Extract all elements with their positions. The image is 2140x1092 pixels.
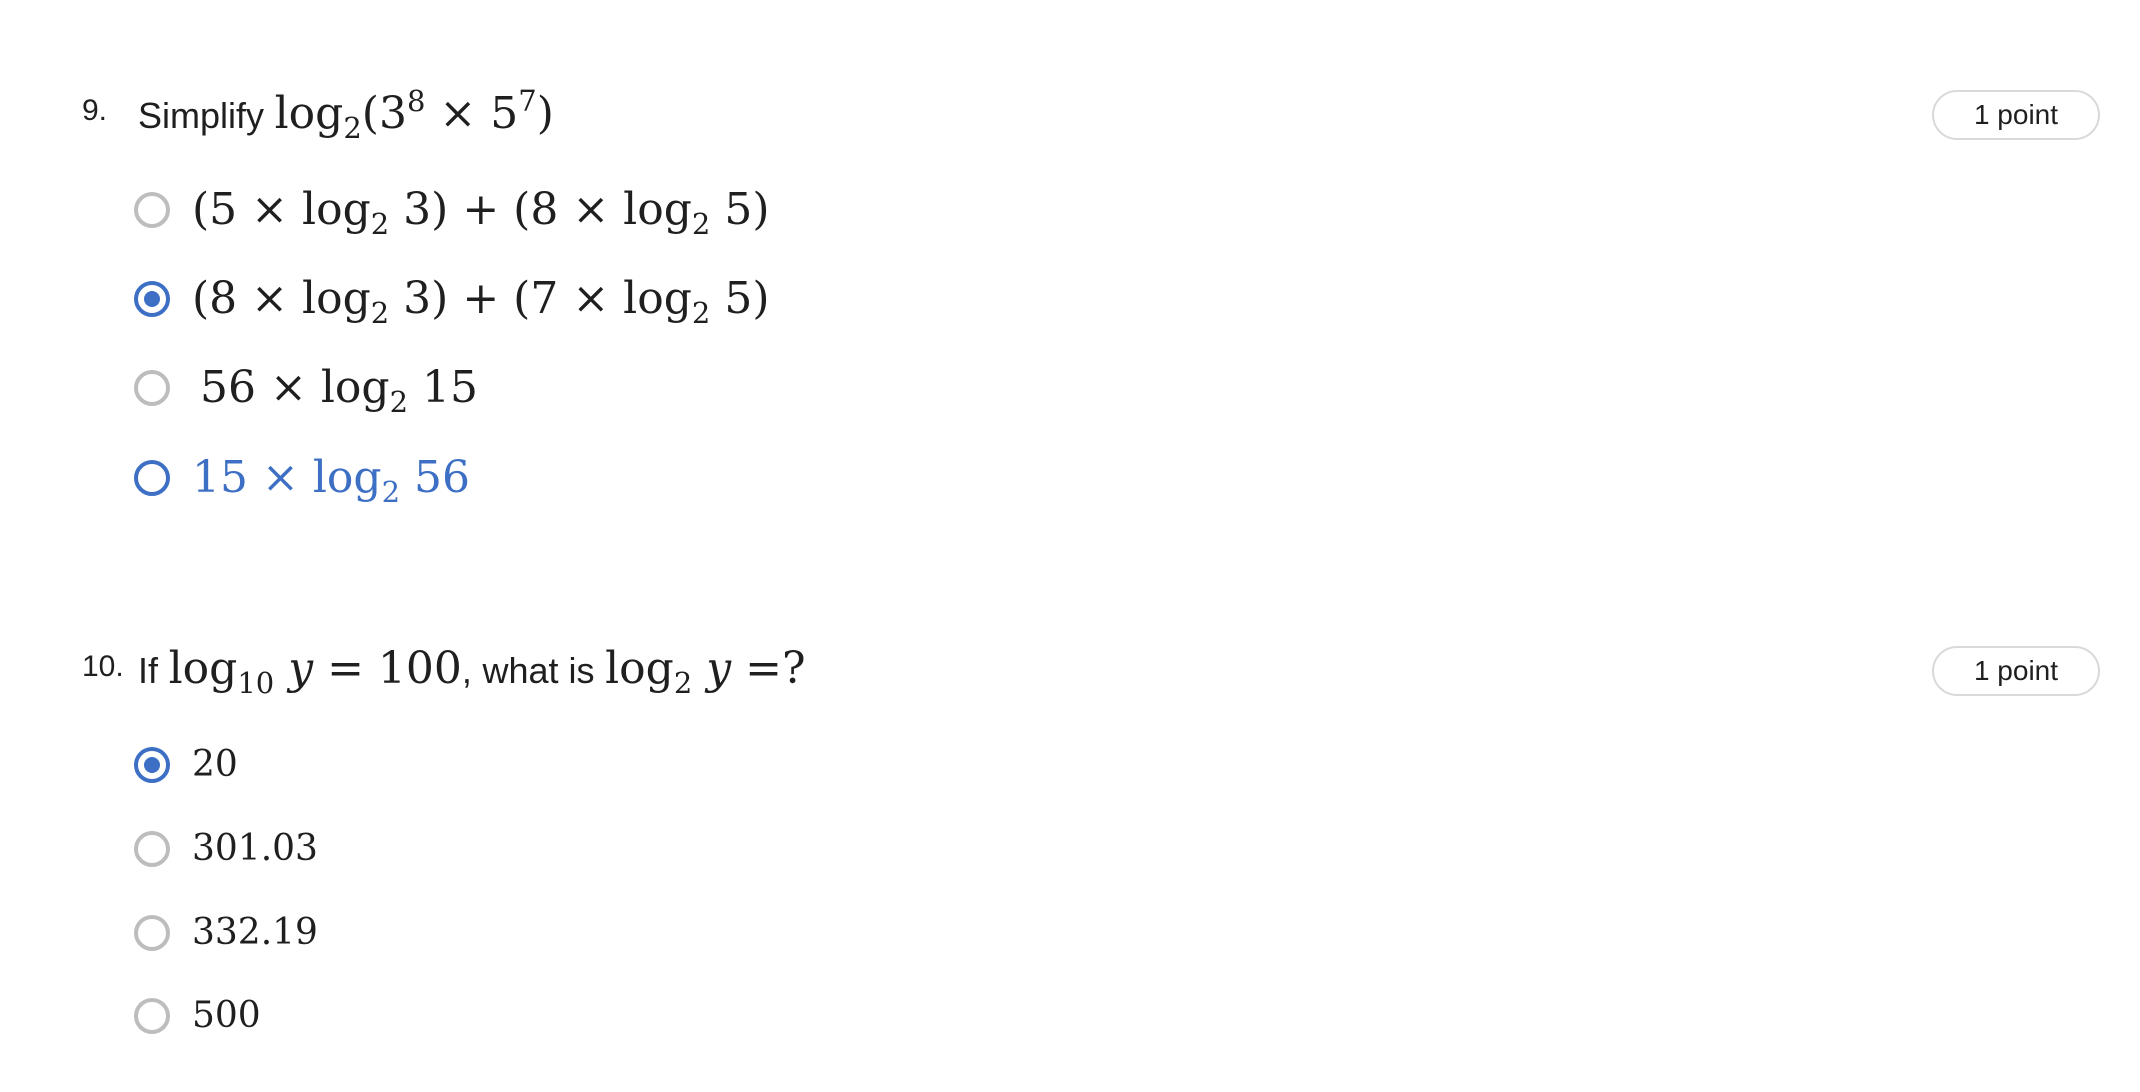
answer-option-3[interactable]: 332.19 [134, 912, 318, 953]
option-label: 500 [192, 995, 261, 1036]
answer-option-2[interactable]: (8 × log2 3) + (7 × log2 5) [134, 273, 770, 330]
answer-option-4[interactable]: 500 [134, 995, 261, 1036]
question-text: Simplify log2(38 × 57) [138, 84, 554, 145]
option-label: 56 × log2 15 [200, 362, 478, 419]
math-expression: log10 y = 100 [168, 643, 462, 700]
option-label: 301.03 [192, 828, 318, 869]
option-label: 15 × log2 56 [192, 452, 470, 509]
option-label: 332.19 [192, 912, 318, 953]
points-badge: 1 point [1932, 646, 2100, 696]
radio-button-hover[interactable] [134, 459, 170, 496]
math-expression: log2 y =? [605, 643, 806, 700]
radio-button[interactable] [134, 997, 170, 1034]
comma: , [461, 650, 472, 691]
option-label: 20 [192, 744, 238, 785]
question-prompt: Simplify [138, 95, 265, 136]
question-prompt-what: what is [482, 650, 595, 691]
answer-option-4[interactable]: 15 × log2 56 [134, 452, 470, 509]
radio-button[interactable] [134, 914, 170, 951]
math-expression: log2(38 × 57) [274, 84, 554, 145]
radio-button[interactable] [134, 191, 170, 228]
radio-button[interactable] [134, 830, 170, 867]
question-number: 10. [82, 650, 124, 683]
question-prompt-if: If [138, 650, 159, 691]
answer-option-1[interactable]: 20 [134, 744, 238, 785]
points-badge: 1 point [1932, 90, 2100, 140]
radio-button-selected[interactable] [134, 280, 170, 317]
radio-button-selected[interactable] [134, 746, 170, 783]
radio-button[interactable] [134, 369, 170, 406]
question-text: If log10 y = 100, what is log2 y =? [138, 643, 806, 700]
answer-option-3[interactable]: 56 × log2 15 [134, 362, 478, 419]
option-label: (5 × log2 3) + (8 × log2 5) [192, 184, 770, 241]
option-label: (8 × log2 3) + (7 × log2 5) [192, 273, 770, 330]
question-number: 9. [82, 94, 108, 127]
answer-option-1[interactable]: (5 × log2 3) + (8 × log2 5) [134, 184, 770, 241]
answer-option-2[interactable]: 301.03 [134, 828, 318, 869]
